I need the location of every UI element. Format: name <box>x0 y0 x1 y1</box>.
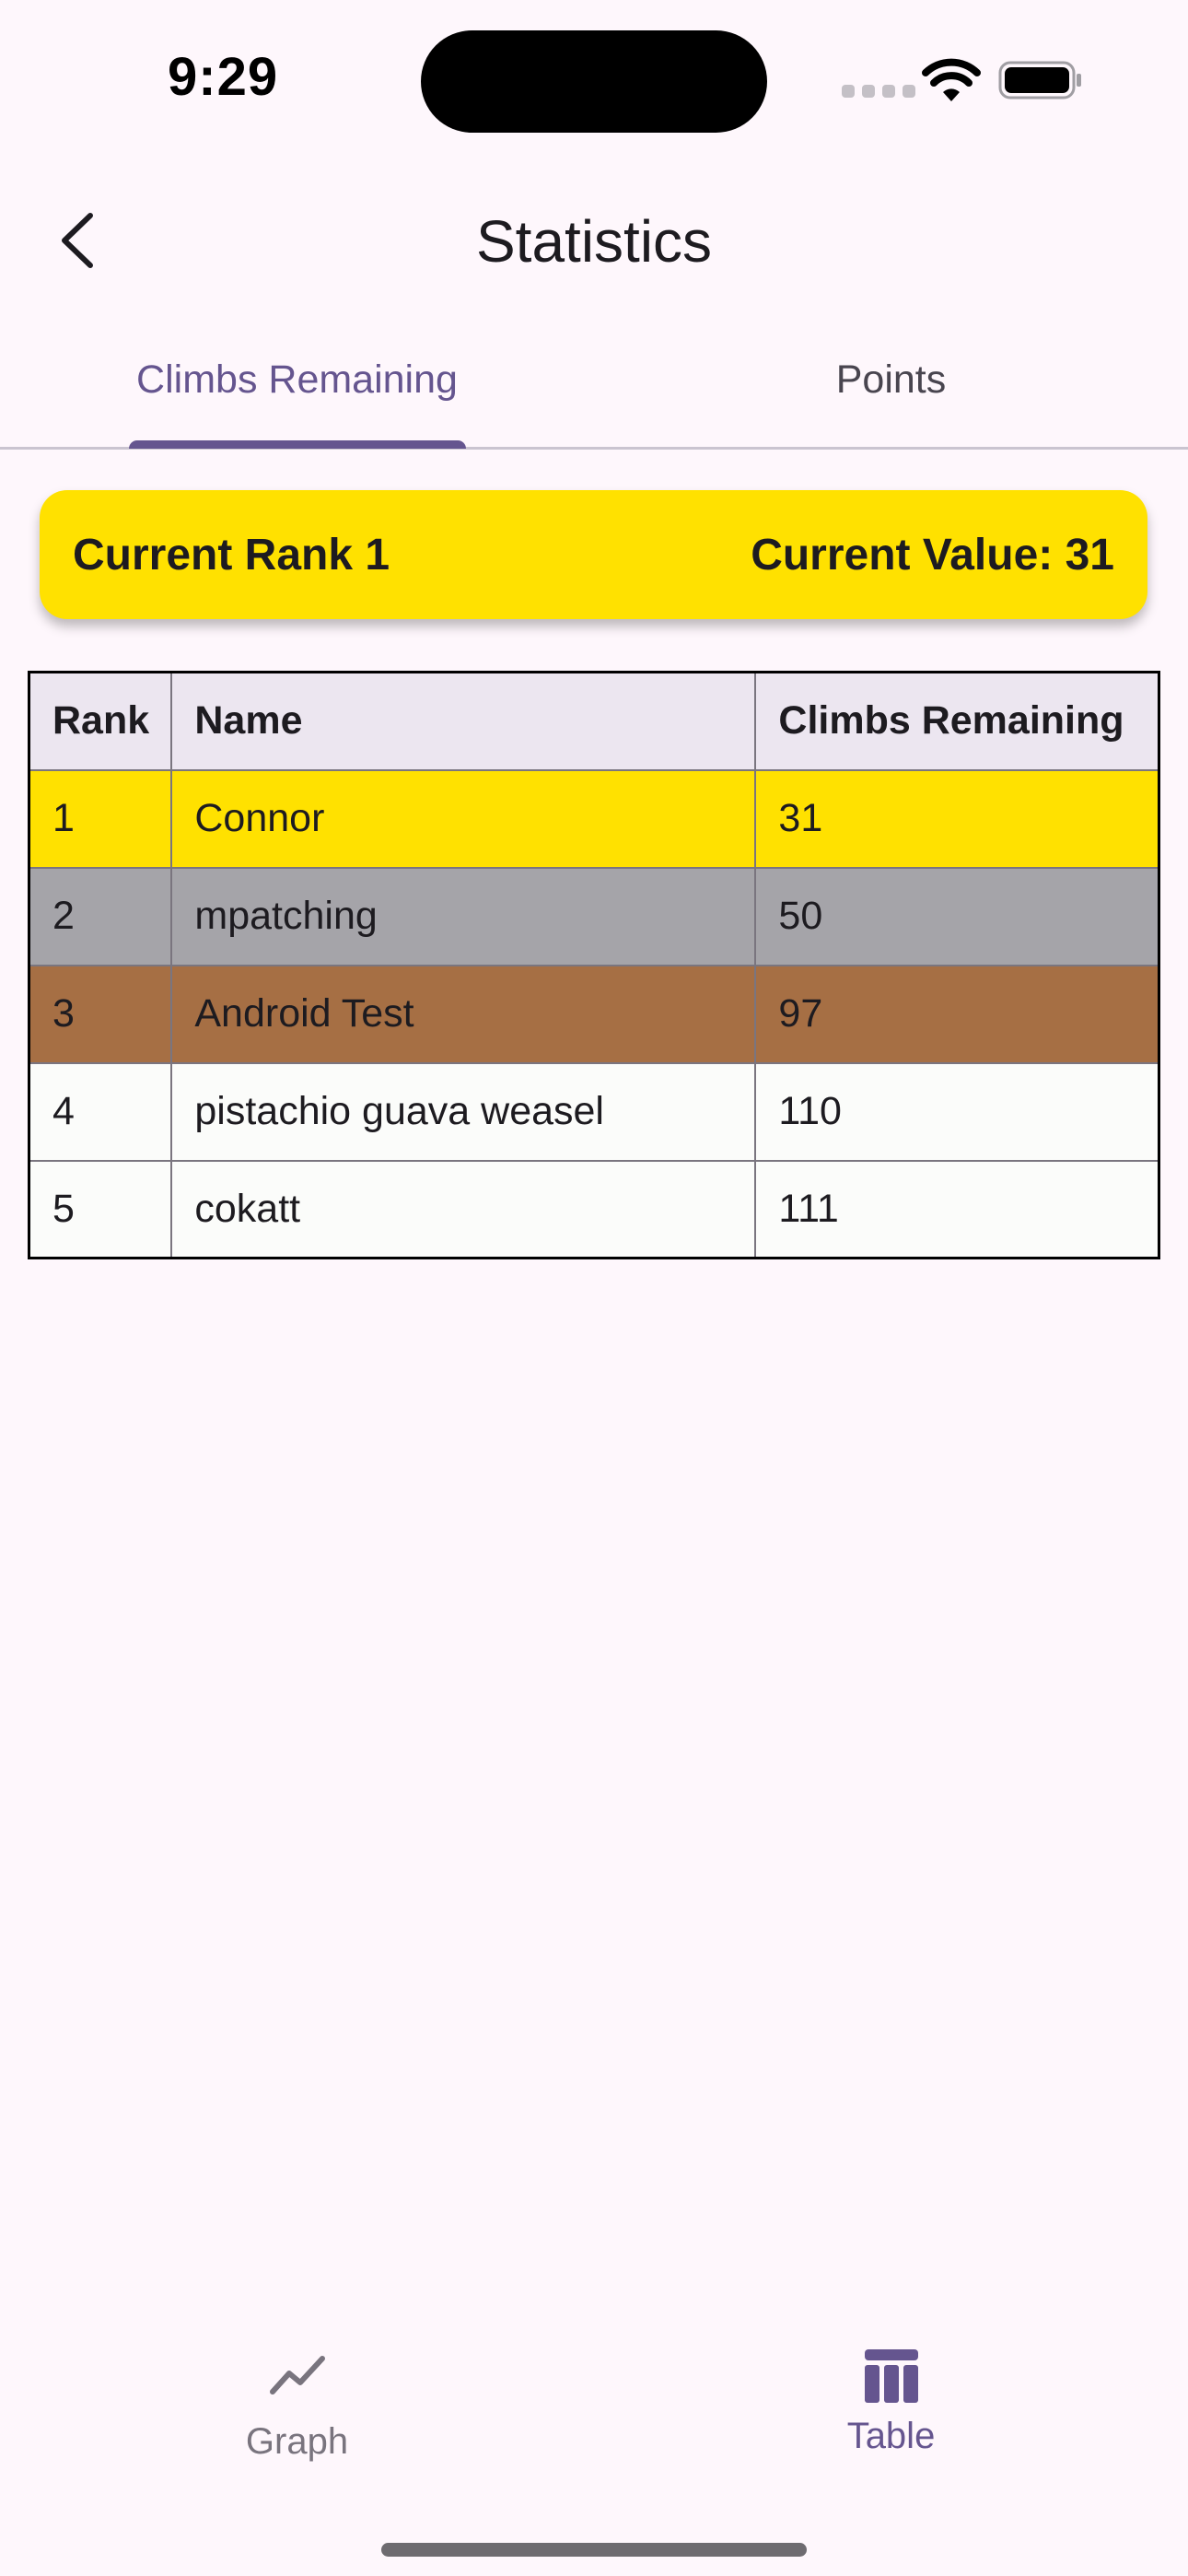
name-cell: Connor <box>170 768 757 869</box>
nav-graph[interactable]: Graph <box>0 2303 594 2488</box>
table-row: 2 mpatching 50 <box>28 866 1160 966</box>
value-cell: 111 <box>754 1159 1160 1259</box>
current-rank-card: Current Rank 1 Current Value: 31 <box>40 490 1147 619</box>
rank-cell: 2 <box>28 866 173 966</box>
value-cell: 50 <box>754 866 1160 966</box>
home-indicator <box>381 2543 807 2557</box>
table-header-row: Rank Name Climbs Remaining <box>28 671 1160 771</box>
wifi-icon <box>922 58 981 101</box>
dynamic-island <box>421 30 767 133</box>
tab-indicator <box>129 440 466 449</box>
rank-cell: 3 <box>28 964 173 1064</box>
nav-graph-label: Graph <box>245 2421 349 2462</box>
name-cell: mpatching <box>170 866 757 966</box>
value-cell: 110 <box>754 1061 1160 1162</box>
header-rank: Rank <box>28 671 173 771</box>
trending-line-icon <box>269 2356 325 2395</box>
value-cell: 97 <box>754 964 1160 1064</box>
battery-icon <box>998 61 1081 100</box>
app-bar: Statistics <box>0 166 1188 313</box>
table-row: 3 Android Test 97 <box>28 964 1160 1064</box>
tab-climbs-remaining[interactable]: Climbs Remaining <box>0 313 594 447</box>
page-title: Statistics <box>475 208 713 275</box>
header-climbs-remaining: Climbs Remaining <box>754 671 1160 771</box>
current-value-text: Current Value: 31 <box>751 530 1114 580</box>
bottom-navigation: Graph Table <box>0 2303 1188 2576</box>
cellular-signal-icon <box>842 85 915 98</box>
tab-points[interactable]: Points <box>594 313 1188 447</box>
current-rank-text: Current Rank 1 <box>73 530 390 580</box>
table-icon <box>864 2349 918 2403</box>
nav-table[interactable]: Table <box>594 2303 1188 2488</box>
table-row: 1 Connor 31 <box>28 768 1160 869</box>
leaderboard-table: Rank Name Climbs Remaining 1 Connor 31 2… <box>28 671 1160 1259</box>
name-cell: cokatt <box>170 1159 757 1259</box>
value-cell: 31 <box>754 768 1160 869</box>
name-cell: pistachio guava weasel <box>170 1061 757 1162</box>
header-name: Name <box>170 671 757 771</box>
table-row: 4 pistachio guava weasel 110 <box>28 1061 1160 1162</box>
nav-table-label: Table <box>846 2416 936 2456</box>
rank-cell: 4 <box>28 1061 173 1162</box>
name-cell: Android Test <box>170 964 757 1064</box>
rank-cell: 5 <box>28 1159 173 1259</box>
status-bar: 9:29 <box>0 0 1188 166</box>
status-time: 9:29 <box>168 47 279 107</box>
rank-cell: 1 <box>28 768 173 869</box>
tab-bar: Climbs Remaining Points <box>0 313 1188 450</box>
table-row: 5 cokatt 111 <box>28 1159 1160 1259</box>
